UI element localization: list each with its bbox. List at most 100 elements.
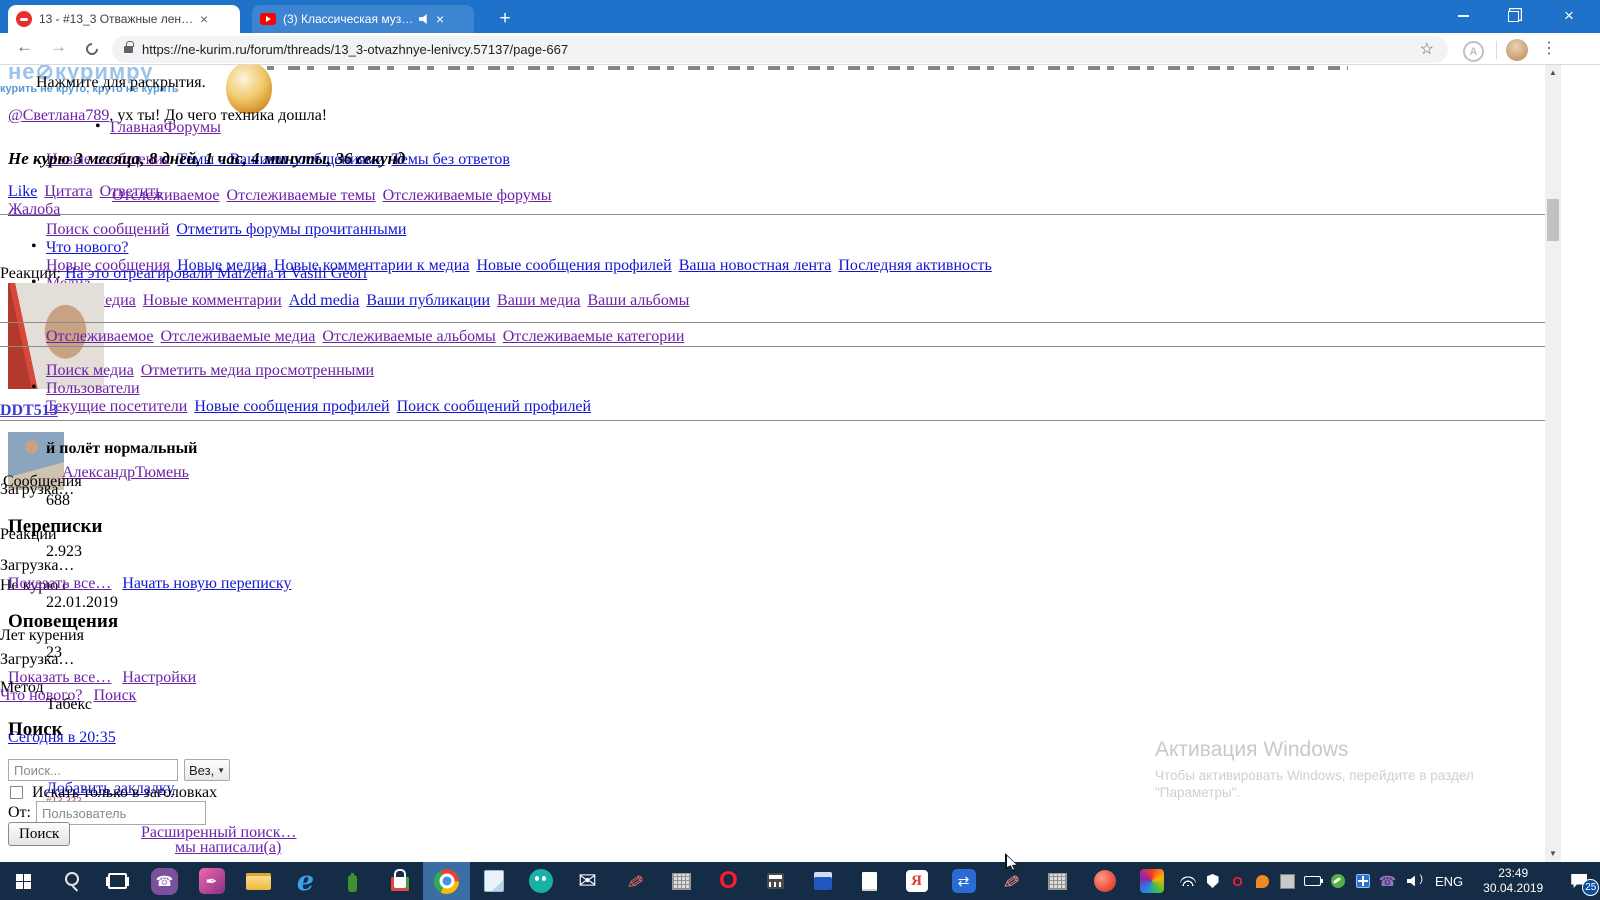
start-icon[interactable]: [0, 862, 47, 900]
blue-app-icon[interactable]: [1350, 862, 1375, 900]
toolbar-separator: [1496, 41, 1497, 59]
document-icon[interactable]: [846, 862, 893, 900]
link[interactable]: Новые сообщения профилей: [476, 257, 671, 274]
link[interactable]: Главная: [110, 119, 164, 136]
search-submit-button[interactable]: Поиск: [8, 822, 70, 846]
link[interactable]: Ваши медиа: [497, 292, 580, 309]
back-icon[interactable]: ←: [16, 37, 33, 57]
expand-hint[interactable]: Нажмите для раскрытия.: [36, 74, 206, 92]
volume-icon[interactable]: [1400, 862, 1425, 900]
restore-button[interactable]: [1490, 0, 1536, 32]
whats-new-item: Что нового?: [46, 239, 128, 257]
link[interactable]: Последняя активность: [838, 257, 991, 274]
tab-close-icon[interactable]: ×: [436, 12, 444, 26]
address-bar[interactable]: https://ne-kurim.ru/forum/threads/13_3-o…: [112, 36, 1448, 63]
vertical-scrollbar[interactable]: ▲ ▼: [1545, 65, 1561, 862]
link[interactable]: Отслеживаемые темы: [227, 187, 376, 204]
link[interactable]: Ваши альбомы: [588, 292, 690, 309]
search-scope-select[interactable]: Вез,▼: [184, 759, 230, 781]
complaint-link: Жалоба: [8, 201, 60, 219]
charmap-icon[interactable]: [658, 862, 705, 900]
link[interactable]: Отслеживаемые форумы: [383, 187, 552, 204]
link[interactable]: Новые комментарии: [143, 292, 282, 309]
photos-icon[interactable]: [1128, 862, 1175, 900]
link[interactable]: Отслеживаемые альбомы: [322, 328, 495, 345]
opera-tray-icon[interactable]: [1225, 862, 1250, 900]
taskbar: ENG 23:49 30.04.2019 25: [0, 862, 1600, 900]
bookmark-star-icon[interactable]: ☆: [1420, 39, 1434, 59]
new-tab-button[interactable]: +: [492, 6, 518, 32]
link[interactable]: Форумы: [164, 119, 221, 136]
tab-forum[interactable]: 13 - #13_3 Отважные ленивцы ×: [8, 5, 240, 33]
stylus-icon[interactable]: [987, 862, 1034, 900]
reactions-link[interactable]: На это отреагировали Marzella и Vasili G…: [65, 265, 367, 282]
link[interactable]: Ваши публикации: [366, 292, 490, 309]
tab-youtube[interactable]: (3) Классическая музыка - L ×: [252, 5, 474, 33]
flame-icon[interactable]: [1081, 862, 1128, 900]
tab-close-icon[interactable]: ×: [200, 12, 208, 26]
defender-icon[interactable]: [1200, 862, 1225, 900]
viber-tray-icon[interactable]: [1375, 862, 1400, 900]
window-icon[interactable]: [1275, 862, 1300, 900]
notes-icon[interactable]: [470, 862, 517, 900]
search-icon[interactable]: [47, 862, 94, 900]
fox-icon[interactable]: [1250, 862, 1275, 900]
power-icon[interactable]: [1300, 862, 1325, 900]
extension-a-icon[interactable]: [1463, 41, 1484, 62]
task-view-icon[interactable]: [94, 862, 141, 900]
store-icon[interactable]: [376, 862, 423, 900]
link[interactable]: Ответить: [100, 183, 163, 200]
forward-icon[interactable]: →: [50, 37, 67, 57]
settings-link[interactable]: Настройки: [122, 669, 196, 686]
charmap2-icon[interactable]: [1034, 862, 1081, 900]
show-all-link[interactable]: Показать все…: [8, 575, 111, 592]
green-bottle-icon[interactable]: [329, 862, 376, 900]
pencil-icon[interactable]: [611, 862, 658, 900]
scroll-down-icon[interactable]: ▼: [1545, 846, 1561, 862]
scrollbar-thumb[interactable]: [1547, 199, 1559, 241]
link[interactable]: Отметить медиа просмотренными: [141, 362, 374, 379]
wifi-icon[interactable]: [1175, 862, 1200, 900]
teal-app-icon[interactable]: [517, 862, 564, 900]
action-center[interactable]: 25: [1553, 862, 1600, 900]
search-input[interactable]: [8, 759, 178, 781]
viber-icon[interactable]: [141, 862, 188, 900]
link[interactable]: Цитата: [44, 183, 92, 200]
search-link[interactable]: Поиск: [93, 687, 136, 704]
minimize-button[interactable]: [1440, 0, 1486, 32]
link[interactable]: Отслеживаемые медиа: [161, 328, 316, 345]
link[interactable]: Поиск медиа: [46, 362, 134, 379]
opera-icon[interactable]: [705, 862, 752, 900]
menu-dots-icon[interactable]: ⋮: [1541, 38, 1557, 58]
link[interactable]: Текущие посетители: [46, 398, 187, 415]
clock[interactable]: 23:49 30.04.2019: [1483, 866, 1543, 896]
link[interactable]: Поиск сообщений профилей: [397, 398, 591, 415]
link[interactable]: Темы без ответов: [392, 151, 510, 168]
link[interactable]: Отслеживаемые категории: [503, 328, 685, 345]
link[interactable]: Like: [8, 183, 37, 200]
profile-avatar[interactable]: [1506, 39, 1528, 61]
url-text[interactable]: https://ne-kurim.ru/forum/threads/13_3-o…: [142, 42, 568, 57]
titles-only-checkbox[interactable]: [10, 786, 23, 799]
calculator-icon[interactable]: [752, 862, 799, 900]
link[interactable]: Отслеживаемое: [46, 328, 154, 345]
link[interactable]: Ваша новостная лента: [679, 257, 832, 274]
explorer-icon[interactable]: [235, 862, 282, 900]
language-indicator[interactable]: ENG: [1435, 874, 1463, 889]
teamviewer-icon[interactable]: [940, 862, 987, 900]
edge-icon[interactable]: [282, 862, 329, 900]
quill-icon[interactable]: [188, 862, 235, 900]
close-button[interactable]: ×: [1546, 0, 1592, 32]
save-icon[interactable]: [799, 862, 846, 900]
mail-icon[interactable]: [564, 862, 611, 900]
link[interactable]: Поиск сообщений: [46, 221, 169, 238]
new-conversation-link[interactable]: Начать новую переписку: [122, 575, 291, 592]
link[interactable]: Отметить форумы прочитанными: [176, 221, 406, 238]
chrome-icon[interactable]: [423, 862, 470, 900]
green-phone-icon[interactable]: [1325, 862, 1350, 900]
link[interactable]: Новые сообщения профилей: [194, 398, 389, 415]
yandex-icon[interactable]: [893, 862, 940, 900]
reload-icon[interactable]: [84, 41, 101, 58]
scroll-up-icon[interactable]: ▲: [1545, 65, 1561, 81]
link[interactable]: Add media: [289, 292, 360, 309]
